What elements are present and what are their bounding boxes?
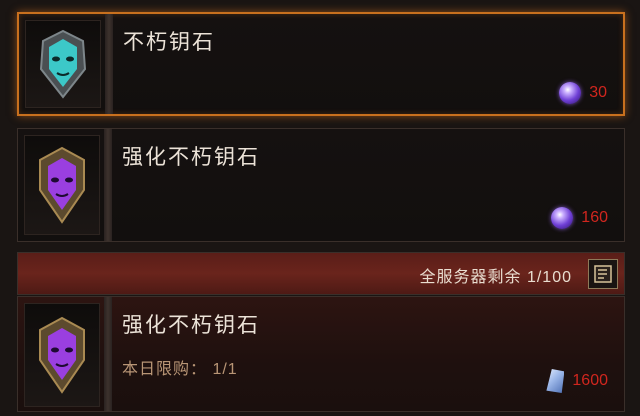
item-icon-frame [24, 135, 100, 235]
item-name: 强化不朽钥石 [122, 146, 260, 169]
crystal-icon [546, 369, 565, 393]
item-name: 不朽钥石 [123, 31, 215, 54]
item-icon-frame [25, 20, 101, 108]
teal-mask-icon [39, 29, 87, 99]
vertical-divider [105, 14, 113, 114]
purple-orb-icon [551, 207, 574, 229]
item-icon-frame [24, 303, 100, 407]
item-name: 强化不朽钥石 [122, 314, 260, 337]
purple-mask-icon [39, 316, 85, 394]
price-value: 160 [581, 209, 608, 226]
server-remaining-text: 全服务器剩余 1/100 [419, 269, 572, 286]
purple-orb-icon [559, 82, 582, 104]
shop-item-immortal-keystone[interactable]: 不朽钥石 30 [17, 12, 625, 116]
shop-item-enhanced-immortal-keystone-limited[interactable]: 强化不朽钥石 本日限购： 1/1 1600 [17, 296, 625, 412]
price-value: 30 [589, 84, 607, 101]
scroll-icon[interactable] [588, 259, 618, 289]
price-value: 1600 [572, 372, 608, 389]
server-remaining-bar: 全服务器剩余 1/100 [17, 252, 625, 295]
daily-purchase-limit: 本日限购： 1/1 [122, 361, 238, 378]
shop-item-enhanced-immortal-keystone[interactable]: 强化不朽钥石 160 [17, 128, 625, 242]
vertical-divider [104, 297, 112, 411]
item-price: 1600 [546, 369, 608, 393]
vertical-divider [104, 129, 112, 241]
item-price: 30 [559, 82, 607, 104]
item-price: 160 [551, 207, 608, 229]
purple-mask-icon [39, 146, 85, 224]
